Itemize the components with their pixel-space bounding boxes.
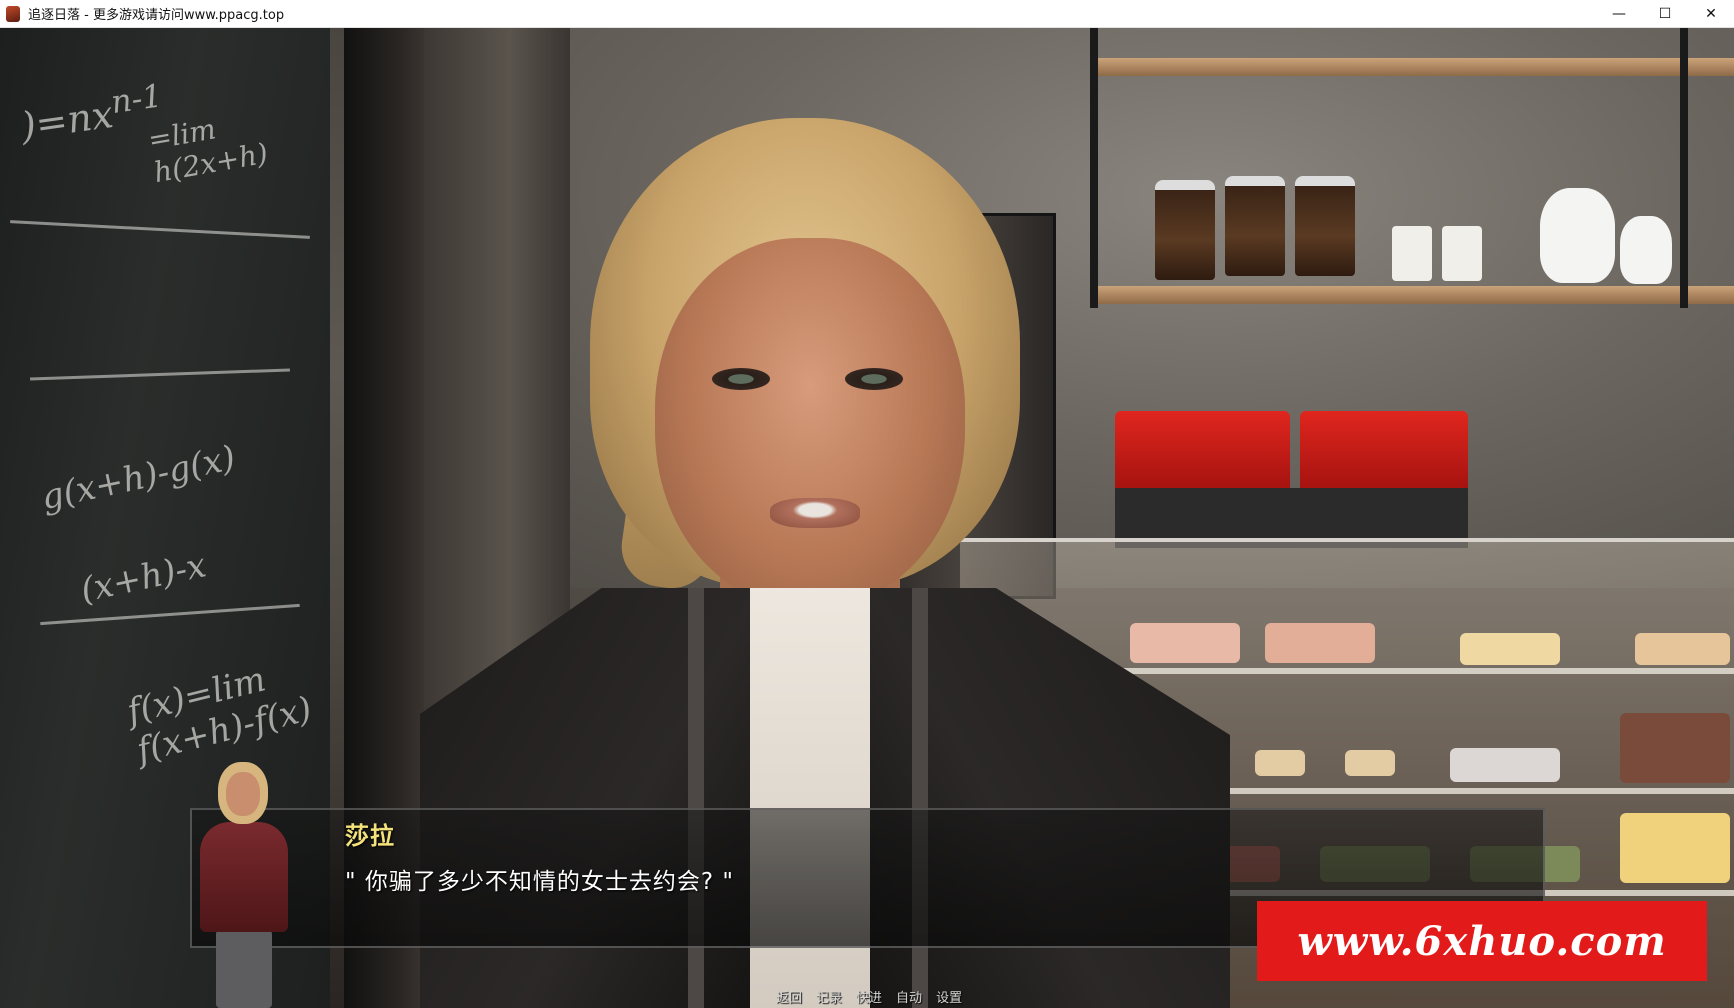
cake xyxy=(1265,623,1375,663)
quick-menu-back[interactable]: 返回 xyxy=(776,987,802,1006)
quick-menu-settings[interactable]: 设置 xyxy=(936,987,962,1006)
white-vase xyxy=(1540,188,1615,283)
character-mouth xyxy=(770,498,860,528)
white-vase xyxy=(1620,216,1672,284)
chalk-formula: (x+h)-x xyxy=(77,545,210,611)
character-eye-left xyxy=(712,368,770,390)
coffee-jar xyxy=(1155,180,1215,280)
espresso-machine xyxy=(1115,411,1290,491)
close-button[interactable]: ✕ xyxy=(1688,0,1734,28)
chalk-line xyxy=(40,603,300,626)
cake xyxy=(1620,813,1730,883)
shelf-rail xyxy=(1090,28,1098,308)
quick-menu-history[interactable]: 记录 xyxy=(816,987,842,1006)
watermark-text: www.6xhuo.com xyxy=(1297,917,1667,965)
speaker-name: 莎拉 xyxy=(345,822,395,850)
window-title: 追逐日落 - 更多游戏请访问www.ppacg.top xyxy=(28,8,285,23)
portrait-top xyxy=(200,822,288,932)
coffee-jar xyxy=(1225,176,1285,276)
shelf-rail xyxy=(1680,28,1688,308)
quick-menu-skip[interactable]: 快进 xyxy=(856,987,882,1006)
cake xyxy=(1255,750,1305,776)
dialogue-text: " 你骗了多少不知情的女士去约会? " xyxy=(345,869,734,895)
cake xyxy=(1345,750,1395,776)
cake xyxy=(1450,748,1560,782)
canister xyxy=(1392,226,1432,281)
window-titlebar: 追逐日落 - 更多游戏请访问www.ppacg.top — ☐ ✕ xyxy=(0,0,1734,28)
quick-menu: 返回 记录 快进 自动 设置 xyxy=(776,987,962,1006)
espresso-machine xyxy=(1300,411,1468,491)
cake xyxy=(1620,713,1730,783)
upper-shelf xyxy=(1090,58,1734,76)
character-eye-right xyxy=(845,368,903,390)
chalk-formula: =lim h(2x+h) xyxy=(145,112,271,190)
canister xyxy=(1442,226,1482,281)
cake xyxy=(1460,633,1560,665)
quick-menu-auto[interactable]: 自动 xyxy=(896,987,922,1006)
chalk-line xyxy=(10,220,310,239)
character-face xyxy=(655,238,965,608)
chalk-line xyxy=(30,368,290,381)
portrait-face xyxy=(226,772,260,816)
middle-shelf xyxy=(1090,286,1734,304)
window-controls: — ☐ ✕ xyxy=(1596,0,1734,28)
coffee-jar xyxy=(1295,176,1355,276)
portrait-legs xyxy=(216,930,272,1008)
cake xyxy=(1130,623,1240,663)
speaker-side-portrait xyxy=(190,758,300,1008)
cake xyxy=(1635,633,1730,665)
chalk-formula: g(x+h)-g(x) xyxy=(37,437,239,519)
chalk-formula: f(x)=lim f(x+h)-f(x) xyxy=(123,659,316,772)
app-icon xyxy=(6,5,20,22)
maximize-button[interactable]: ☐ xyxy=(1642,0,1688,28)
watermark-banner: www.6xhuo.com xyxy=(1257,901,1707,981)
chalk-formula: )=nxn-1 xyxy=(18,78,165,149)
minimize-button[interactable]: — xyxy=(1596,0,1642,28)
